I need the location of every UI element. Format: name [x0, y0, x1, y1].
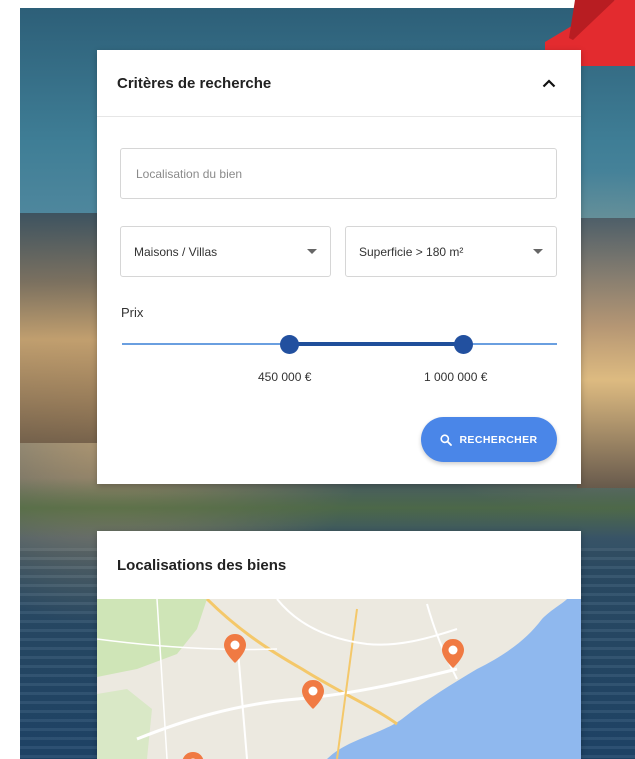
property-type-value: Maisons / Villas: [134, 244, 218, 259]
house-right-detail: [577, 218, 635, 488]
property-map[interactable]: [97, 599, 581, 759]
dropdown-arrow-icon: [533, 249, 543, 254]
search-icon: [440, 433, 453, 446]
map-card-header: Localisations des biens: [97, 531, 581, 599]
collapse-toggle-button[interactable]: [537, 71, 561, 95]
price-min-value: 450 000 €: [258, 370, 312, 384]
location-input[interactable]: [134, 165, 543, 182]
price-range-slider[interactable]: [122, 335, 557, 355]
dropdown-arrow-icon: [307, 249, 317, 254]
price-min-handle[interactable]: [280, 335, 300, 354]
search-card-header: Critères de recherche: [97, 50, 581, 117]
property-locations-card: Localisations des biens: [97, 531, 581, 759]
search-criteria-card: Critères de recherche Maisons / Villas S…: [97, 50, 581, 484]
surface-value: Superficie > 180 m²: [359, 244, 464, 259]
price-max-handle[interactable]: [454, 335, 474, 354]
house-left-detail: [20, 213, 102, 443]
search-button-label: RECHERCHER: [459, 433, 538, 446]
surface-select[interactable]: Superficie > 180 m²: [345, 226, 557, 277]
map-graphic: [97, 599, 581, 759]
map-card-title: Localisations des biens: [117, 556, 287, 574]
search-card-title: Critères de recherche: [117, 74, 272, 92]
price-label: Prix: [121, 305, 144, 320]
search-button[interactable]: RECHERCHER: [421, 417, 557, 462]
property-type-select[interactable]: Maisons / Villas: [120, 226, 331, 277]
location-field[interactable]: [120, 148, 557, 199]
chevron-up-icon: [542, 79, 556, 88]
slider-selected-range: [289, 342, 464, 346]
price-max-value: 1 000 000 €: [424, 370, 488, 384]
